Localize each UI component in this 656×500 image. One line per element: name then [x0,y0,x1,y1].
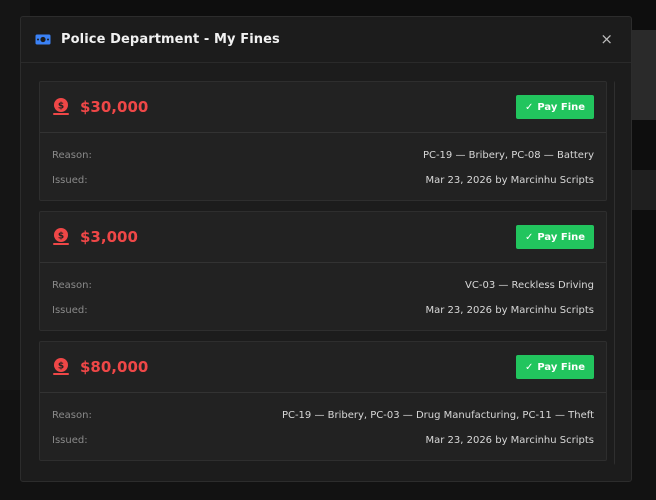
reason-label: Reason: [52,280,92,291]
reason-label: Reason: [52,410,92,421]
check-icon: ✓ [524,101,534,113]
fine-card-header: $ $3,000 ✓ Pay Fine [40,212,606,263]
issued-label: Issued: [52,305,88,316]
issued-label: Issued: [52,175,88,186]
modal-title: Police Department - My Fines [61,32,280,47]
reason-value: PC-19 — Bribery, PC-03 — Drug Manufactur… [281,410,594,421]
pay-fine-button[interactable]: ✓ Pay Fine [516,355,594,379]
fine-amount: $80,000 [80,358,149,376]
money-bag-icon: $ [52,97,70,117]
check-icon: ✓ [524,361,534,373]
reason-row: Reason: PC-19 — Bribery, PC-08 — Battery [40,143,606,168]
reason-value: PC-19 — Bribery, PC-08 — Battery [422,150,594,161]
svg-text:$: $ [58,102,64,112]
reason-row: Reason: VC-03 — Reckless Driving [40,273,606,298]
svg-text:$: $ [58,362,64,372]
pay-fine-button[interactable]: ✓ Pay Fine [516,225,594,249]
issued-label: Issued: [52,435,88,446]
fines-modal: Police Department - My Fines × $ $30,000… [20,16,632,482]
money-bag-icon: $ [52,227,70,247]
fine-card: $ $30,000 ✓ Pay Fine Reason: PC-19 — Bri… [39,81,607,201]
issued-row: Issued: Mar 23, 2026 by Marcinhu Scripts [40,168,606,193]
fine-card-header: $ $30,000 ✓ Pay Fine [40,82,606,133]
money-bill-icon [35,34,51,45]
fines-list[interactable]: $ $30,000 ✓ Pay Fine Reason: PC-19 — Bri… [39,81,615,477]
scrollbar[interactable] [614,81,615,465]
fine-card: $ $80,000 ✓ Pay Fine Reason: PC-19 — Bri… [39,341,607,461]
issued-row: Issued: Mar 23, 2026 by Marcinhu Scripts [40,428,606,453]
money-bag-icon: $ [52,357,70,377]
svg-text:$: $ [58,232,64,242]
fine-card: $ $3,000 ✓ Pay Fine Reason: VC-03 — Reck… [39,211,607,331]
issued-value: Mar 23, 2026 by Marcinhu Scripts [425,175,594,186]
pay-fine-label: Pay Fine [537,361,586,373]
fine-amount: $30,000 [80,98,149,116]
fine-card-header: $ $80,000 ✓ Pay Fine [40,342,606,393]
issued-value: Mar 23, 2026 by Marcinhu Scripts [425,305,594,316]
check-icon: ✓ [524,231,534,243]
pay-fine-label: Pay Fine [537,101,586,113]
reason-row: Reason: PC-19 — Bribery, PC-03 — Drug Ma… [40,403,606,428]
backdrop-shape [630,170,656,210]
pay-fine-label: Pay Fine [537,231,586,243]
reason-label: Reason: [52,150,92,161]
reason-value: VC-03 — Reckless Driving [465,280,594,291]
issued-value: Mar 23, 2026 by Marcinhu Scripts [425,435,594,446]
issued-row: Issued: Mar 23, 2026 by Marcinhu Scripts [40,298,606,323]
modal-header: Police Department - My Fines × [21,17,631,63]
fine-amount: $3,000 [80,228,138,246]
pay-fine-button[interactable]: ✓ Pay Fine [516,95,594,119]
close-button[interactable]: × [600,32,613,47]
